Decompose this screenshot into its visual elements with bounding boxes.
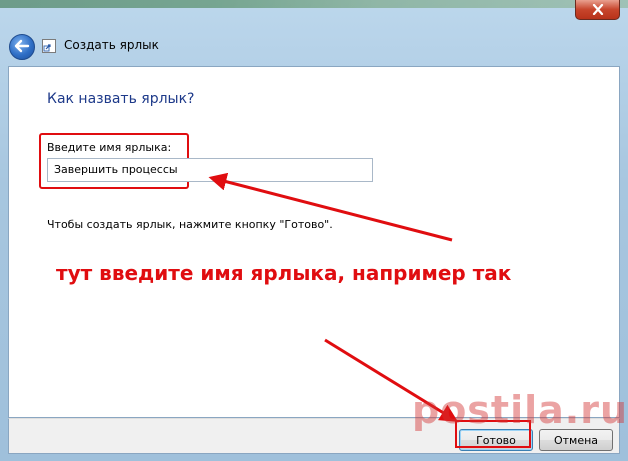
hint-text: Чтобы создать ярлык, нажмите кнопку "Гот…: [47, 218, 333, 231]
close-icon: [592, 4, 604, 15]
wizard-panel: Как назвать ярлык? Введите имя ярлыка: З…: [8, 66, 620, 418]
back-arrow-icon: [14, 38, 30, 57]
back-button[interactable]: [9, 34, 35, 60]
shortcut-name-label: Введите имя ярлыка:: [47, 141, 172, 154]
window-title: Создать ярлык: [64, 38, 159, 52]
shortcut-name-input[interactable]: Завершить процессы: [47, 158, 373, 182]
wizard-header: Создать ярлык: [8, 28, 620, 66]
close-button[interactable]: [575, 0, 620, 20]
annotation-text: тут введите имя ярлыка, например так: [56, 261, 512, 285]
shortcut-icon: [42, 39, 56, 53]
highlight-box-done-button: [455, 420, 531, 448]
cancel-button[interactable]: Отмена: [539, 429, 613, 451]
window-frame: Создать ярлык Как назвать ярлык? Введите…: [0, 0, 628, 461]
page-heading: Как назвать ярлык?: [47, 91, 195, 107]
desktop-strip: [0, 0, 628, 8]
